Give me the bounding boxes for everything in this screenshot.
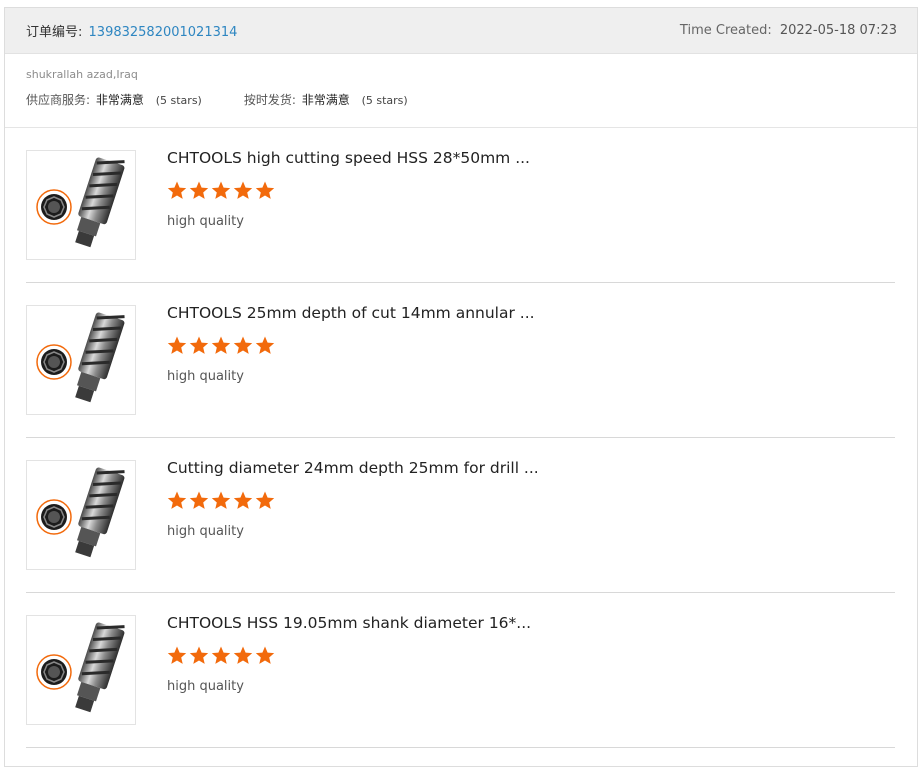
product-title-link[interactable]: CHTOOLS HSS 19.05mm shank diameter 16*..… [167, 614, 539, 632]
review-text: high quality [167, 214, 244, 229]
star-icon [255, 181, 275, 199]
product-review-row: CHTOOLS high cutting speed HSS 28*50mm .… [26, 128, 895, 283]
annular-cutter-image[interactable] [26, 150, 136, 260]
star-icon [211, 646, 231, 664]
supplier-ratings: 供应商服务: 非常满意 (5 stars) 按时发货: 非常满意 (5 star… [26, 91, 917, 108]
order-header: 订单编号: 139832582001021314 Time Created: 2… [5, 8, 917, 54]
star-icon [189, 646, 209, 664]
rating-value: 非常满意 [95, 93, 144, 107]
supplier-service-rating: 供应商服务: 非常满意 (5 stars) [26, 91, 202, 108]
annular-cutter-image[interactable] [26, 460, 136, 570]
star-icon [167, 646, 187, 664]
order-number-label: 订单编号: [26, 25, 83, 40]
star-icon [255, 336, 275, 354]
time-created-label: Time Created: [679, 23, 772, 38]
review-text: high quality [167, 369, 244, 384]
star-icon [211, 491, 231, 509]
order-number-link[interactable]: 139832582001021314 [89, 25, 238, 40]
product-title-link[interactable]: CHTOOLS 25mm depth of cut 14mm annular .… [167, 304, 539, 322]
star-rating [166, 645, 276, 665]
star-icon [233, 336, 253, 354]
product-review-row: CHTOOLS HSS 19.05mm shank diameter 16*..… [26, 593, 895, 748]
product-review-row: CHTOOLS 25mm depth of cut 14mm annular .… [26, 283, 895, 438]
annular-cutter-image[interactable] [26, 615, 136, 725]
rating-stars-text: (5 stars) [155, 94, 202, 107]
on-time-delivery-rating: 按时发货: 非常满意 (5 stars) [244, 91, 408, 108]
review-text: high quality [167, 679, 244, 694]
order-time: Time Created: 2022-05-18 07:23 [680, 23, 897, 38]
annular-cutter-image[interactable] [26, 305, 136, 415]
star-icon [189, 491, 209, 509]
product-review-row: Cutting diameter 24mm depth 25mm for dri… [26, 438, 895, 593]
star-rating [166, 490, 276, 510]
star-icon [233, 181, 253, 199]
rating-stars-text: (5 stars) [361, 94, 408, 107]
star-icon [167, 491, 187, 509]
buyer-feedback: shukrallah azad,Iraq 供应商服务: 非常满意 (5 star… [5, 54, 917, 128]
rating-label: 供应商服务: [26, 93, 91, 107]
star-icon [211, 336, 231, 354]
buyer-name: shukrallah azad,Iraq [26, 68, 138, 81]
review-text: high quality [167, 524, 244, 539]
time-created-value: 2022-05-18 07:23 [779, 23, 897, 38]
product-title-link[interactable]: Cutting diameter 24mm depth 25mm for dri… [167, 459, 539, 477]
star-icon [167, 336, 187, 354]
star-icon [255, 491, 275, 509]
product-review-list: CHTOOLS high cutting speed HSS 28*50mm .… [5, 128, 917, 748]
review-card: 订单编号: 139832582001021314 Time Created: 2… [4, 7, 918, 767]
order-number: 订单编号: 139832582001021314 [26, 21, 237, 40]
star-icon [167, 181, 187, 199]
star-rating [166, 335, 276, 355]
rating-label: 按时发货: [243, 93, 296, 107]
star-icon [189, 336, 209, 354]
star-icon [233, 491, 253, 509]
product-title-link[interactable]: CHTOOLS high cutting speed HSS 28*50mm .… [167, 149, 539, 167]
rating-value: 非常满意 [301, 93, 350, 107]
star-icon [233, 646, 253, 664]
star-icon [189, 181, 209, 199]
star-icon [255, 646, 275, 664]
star-icon [211, 181, 231, 199]
star-rating [166, 180, 276, 200]
